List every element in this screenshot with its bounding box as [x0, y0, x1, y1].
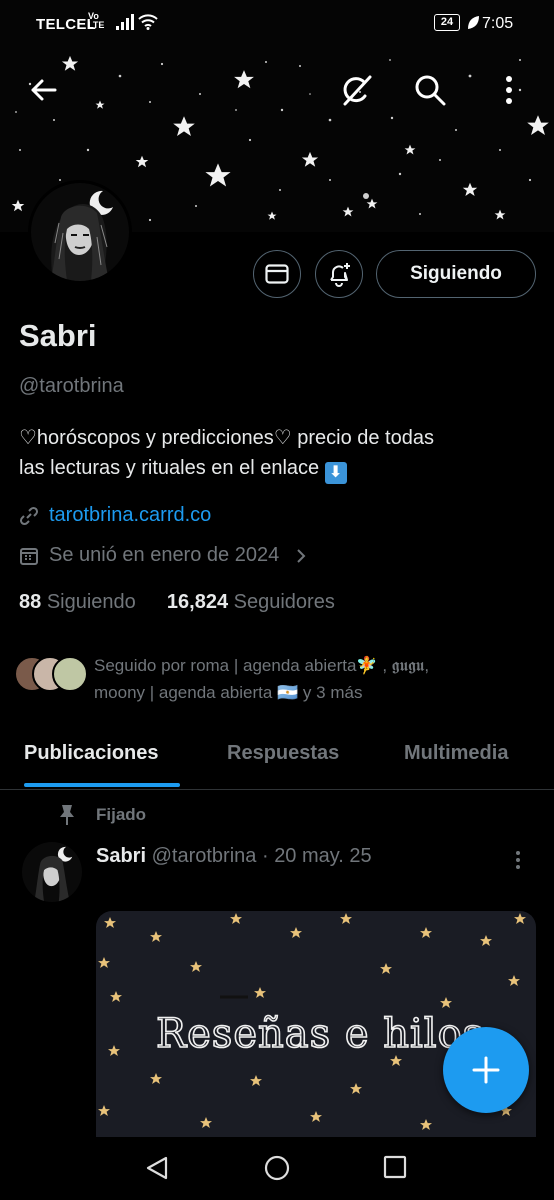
more-vertical-icon [516, 851, 520, 869]
nav-home-icon[interactable] [264, 1155, 290, 1181]
profile-tabs: Publicaciones Respuestas Multimedia [0, 728, 554, 790]
follower-avatar [52, 656, 88, 692]
post-more-button[interactable] [515, 850, 521, 875]
chevron-right-icon [297, 548, 306, 563]
search-button[interactable] [411, 71, 449, 109]
profile-link-row: tarotbrina.carrd.co [19, 504, 211, 527]
down-arrow-emoji: ⬇ [324, 462, 347, 484]
tab-posts[interactable]: Publicaciones [24, 742, 159, 765]
message-button[interactable] [253, 250, 301, 298]
power-saving-icon [468, 16, 479, 29]
following-stat[interactable]: 88 Siguiendo [19, 591, 136, 613]
follow-stats: 88 Siguiendo 16,824 Seguidores [19, 591, 335, 614]
calendar-icon [20, 547, 38, 565]
followed-by-section[interactable]: Seguido por roma | agenda abierta🧚 , 𝖌𝖚𝖌… [14, 652, 554, 708]
nav-recents-icon[interactable] [383, 1155, 407, 1179]
link-icon [19, 506, 39, 525]
grok-button[interactable] [338, 71, 376, 109]
post-header: Sabri @tarotbrina · 20 may. 25 [96, 845, 372, 868]
profile-handle: @tarotbrina [19, 375, 124, 397]
grok-icon [343, 75, 372, 106]
plus-icon [472, 1056, 500, 1084]
bell-plus-icon [330, 263, 350, 287]
post-avatar-illustration [22, 842, 82, 902]
followed-by-text: Seguido por roma | agenda abierta🧚 , 𝖌𝖚𝖌… [94, 656, 430, 702]
status-bar: TELCEL Vo LTE 24 7:05 [0, 0, 554, 48]
more-options-button[interactable] [490, 71, 528, 109]
avatar-illustration [31, 183, 129, 281]
wifi-icon [138, 14, 158, 30]
profile-website-link[interactable]: tarotbrina.carrd.co [49, 504, 211, 527]
nav-back-icon[interactable] [144, 1155, 170, 1181]
compose-button[interactable] [443, 1027, 529, 1113]
media-title-text: Reseñas e hilos [155, 1010, 485, 1058]
system-navigation-bar [0, 1137, 554, 1200]
pinned-label: Fijado [58, 804, 146, 826]
post-author-name[interactable]: Sabri [96, 845, 146, 867]
clock: 7:05 [482, 15, 514, 32]
signal-icon [116, 14, 134, 30]
profile-avatar[interactable] [28, 180, 132, 284]
battery-indicator: 24 [434, 14, 460, 31]
tab-replies[interactable]: Respuestas [227, 742, 339, 765]
profile-name: Sabri [19, 318, 97, 353]
post-author-avatar[interactable] [22, 842, 82, 902]
back-button[interactable] [24, 71, 62, 109]
search-icon [415, 75, 446, 106]
arrow-left-icon [31, 79, 57, 101]
following-button[interactable]: Siguiendo [376, 250, 536, 298]
envelope-icon [265, 264, 289, 284]
joined-date-row[interactable]: Se unió en enero de 2024 [19, 544, 307, 567]
more-vertical-icon [506, 76, 512, 104]
pin-icon [60, 805, 74, 825]
separator-dot: · [261, 845, 269, 867]
joined-date: Se unió en enero de 2024 [49, 544, 280, 566]
notifications-button[interactable] [315, 250, 363, 298]
post-author-handle: @tarotbrina [151, 845, 257, 867]
volte-indicator: Vo LTE [88, 11, 105, 30]
profile-bio: ♡horóscopos y predicciones♡ precio de to… [19, 423, 539, 484]
followers-stat[interactable]: 16,824 Seguidores [167, 591, 335, 613]
tab-media[interactable]: Multimedia [404, 742, 508, 765]
bio-line-1: ♡horóscopos y predicciones♡ precio de to… [19, 427, 434, 449]
active-tab-indicator [24, 783, 180, 787]
bio-line-2: las lecturas y rituales en el enlace [19, 457, 320, 479]
post-date: 20 may. 25 [274, 845, 372, 867]
